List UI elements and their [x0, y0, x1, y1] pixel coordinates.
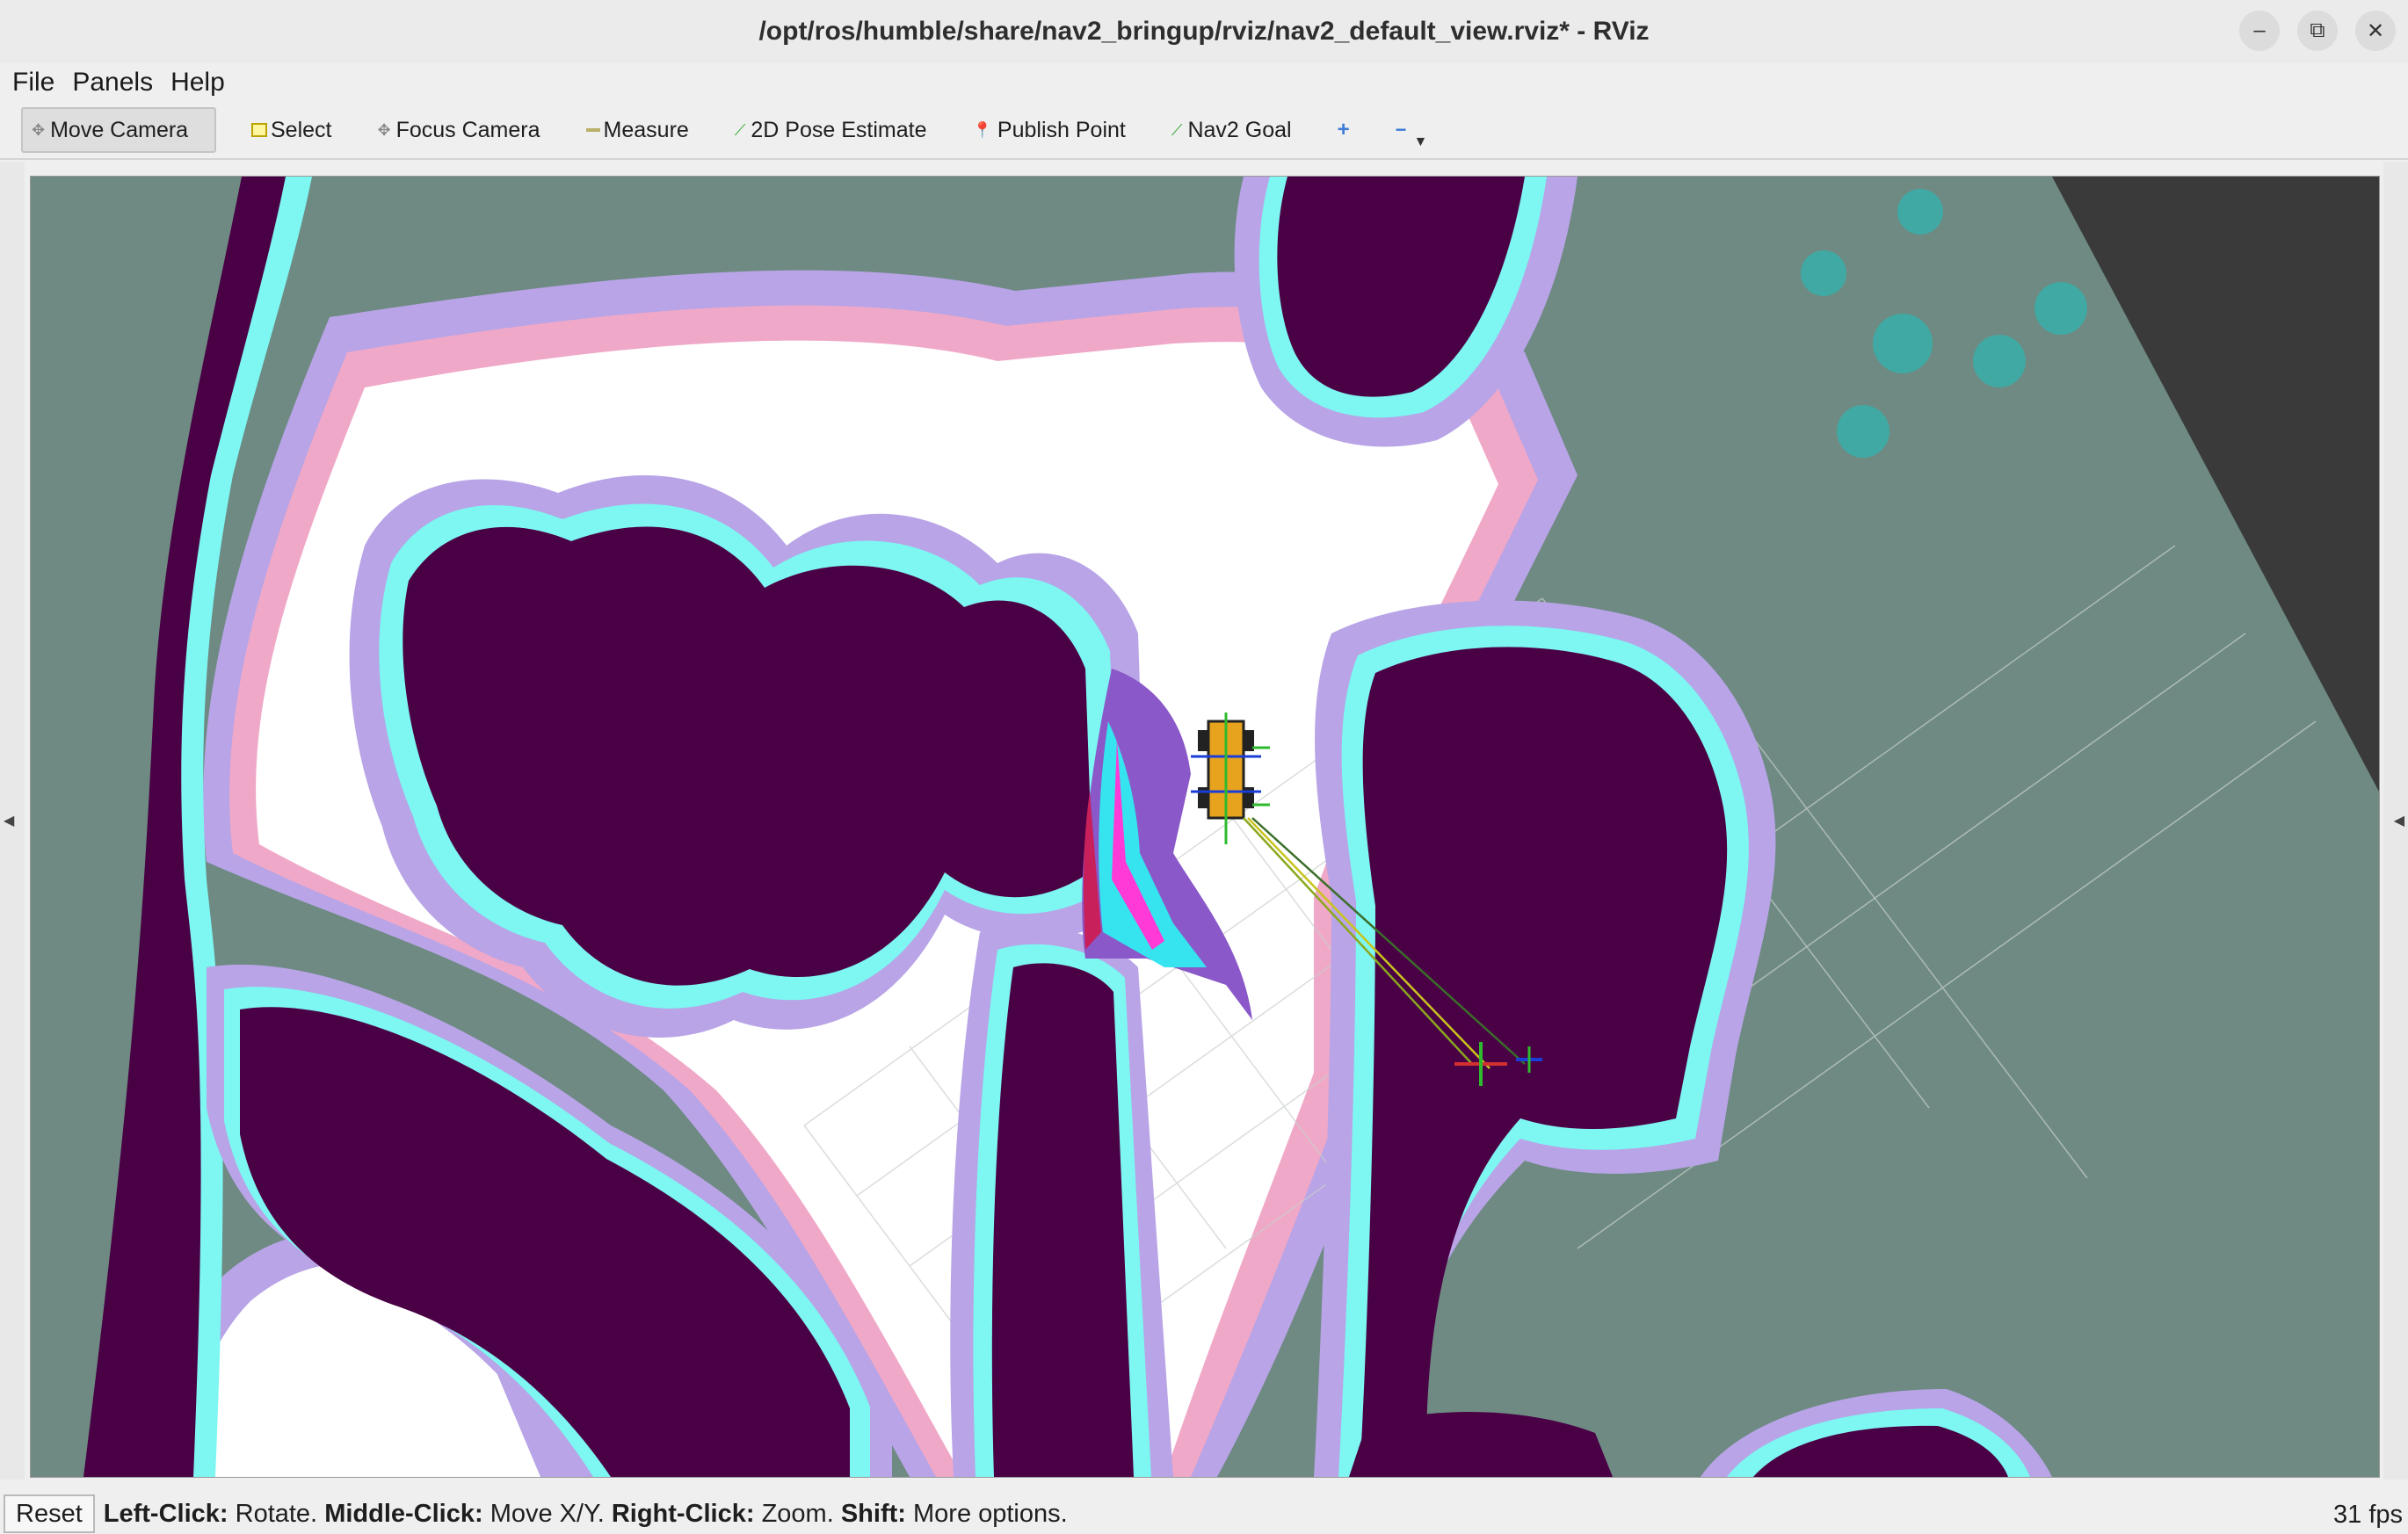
status-bar: Reset Left-Click: Rotate. Middle-Click: …	[0, 1494, 2408, 1534]
hint-key-left-click: Left-Click:	[103, 1499, 228, 1528]
measure-icon	[585, 128, 600, 132]
tool-nav2-goal[interactable]: ⟋ Nav2 Goal	[1161, 107, 1302, 153]
costmap-view	[31, 177, 2379, 1477]
chevron-left-icon: ◀	[4, 814, 15, 829]
background-region	[2052, 177, 2379, 792]
menu-help[interactable]: Help	[170, 68, 225, 98]
hint-text-left-click: Rotate.	[228, 1499, 325, 1528]
add-tool-button[interactable]: +	[1327, 107, 1360, 153]
left-dock-handle[interactable]: ◀	[0, 162, 25, 1480]
tool-measure[interactable]: Measure	[576, 107, 700, 153]
render-viewport[interactable]	[30, 176, 2380, 1478]
pose-estimate-icon: ⟋	[734, 120, 746, 139]
hint-key-right-click: Right-Click:	[611, 1499, 755, 1528]
tool-label: Measure	[603, 117, 689, 142]
title-bar: /opt/ros/humble/share/nav2_bringup/rviz/…	[0, 0, 2408, 65]
tool-bar: ✥ Move Camera Select ✥ Focus Camera Meas…	[0, 102, 2408, 160]
hint-key-middle-click: Middle-Click:	[324, 1499, 483, 1528]
maximize-button[interactable]: ⧉	[2297, 11, 2338, 51]
tool-label: Focus Camera	[395, 117, 540, 142]
hint-text-shift: More options.	[905, 1499, 1068, 1528]
right-dock-handle[interactable]: ◀	[2383, 162, 2408, 1480]
tool-move-camera[interactable]: ✥ Move Camera	[21, 107, 216, 153]
tool-label: Select	[271, 117, 332, 142]
nav2-goal-icon: ⟋	[1171, 120, 1183, 139]
menu-bar: File Panels Help	[0, 63, 2408, 102]
tool-label: 2D Pose Estimate	[751, 117, 927, 142]
tool-label: Move Camera	[50, 117, 189, 142]
chevron-right-icon: ◀	[2393, 814, 2404, 829]
hint-key-shift: Shift:	[840, 1499, 906, 1528]
tool-select[interactable]: Select	[241, 107, 342, 153]
hint-text-middle-click: Move X/Y.	[482, 1499, 612, 1528]
remove-tool-button[interactable]: − ▼	[1385, 107, 1439, 153]
tool-label: Publish Point	[997, 117, 1126, 142]
window-title: /opt/ros/humble/share/nav2_bringup/rviz/…	[758, 17, 1650, 46]
minimize-button[interactable]: –	[2239, 11, 2280, 51]
minus-icon: −	[1395, 119, 1407, 141]
menu-file[interactable]: File	[12, 68, 54, 98]
menu-panels[interactable]: Panels	[72, 68, 153, 98]
tool-publish-point[interactable]: 📍 Publish Point	[962, 107, 1136, 153]
plus-icon: +	[1337, 118, 1350, 141]
chevron-down-icon: ▼	[1413, 134, 1428, 149]
mouse-hint: Left-Click: Rotate. Middle-Click: Move X…	[104, 1500, 1068, 1529]
focus-camera-icon: ✥	[377, 120, 391, 139]
window-controls: – ⧉ ✕	[2239, 11, 2396, 51]
tool-2d-pose-estimate[interactable]: ⟋ 2D Pose Estimate	[724, 107, 938, 153]
fps-counter: 31 fps	[2333, 1501, 2403, 1529]
close-button[interactable]: ✕	[2355, 11, 2396, 51]
publish-point-icon: 📍	[972, 120, 992, 139]
select-icon	[251, 123, 267, 137]
hint-text-right-click: Zoom.	[754, 1499, 841, 1528]
tool-label: Nav2 Goal	[1187, 117, 1292, 142]
reset-button[interactable]: Reset	[4, 1494, 95, 1533]
move-camera-icon: ✥	[32, 120, 46, 139]
tool-focus-camera[interactable]: ✥ Focus Camera	[366, 107, 550, 153]
